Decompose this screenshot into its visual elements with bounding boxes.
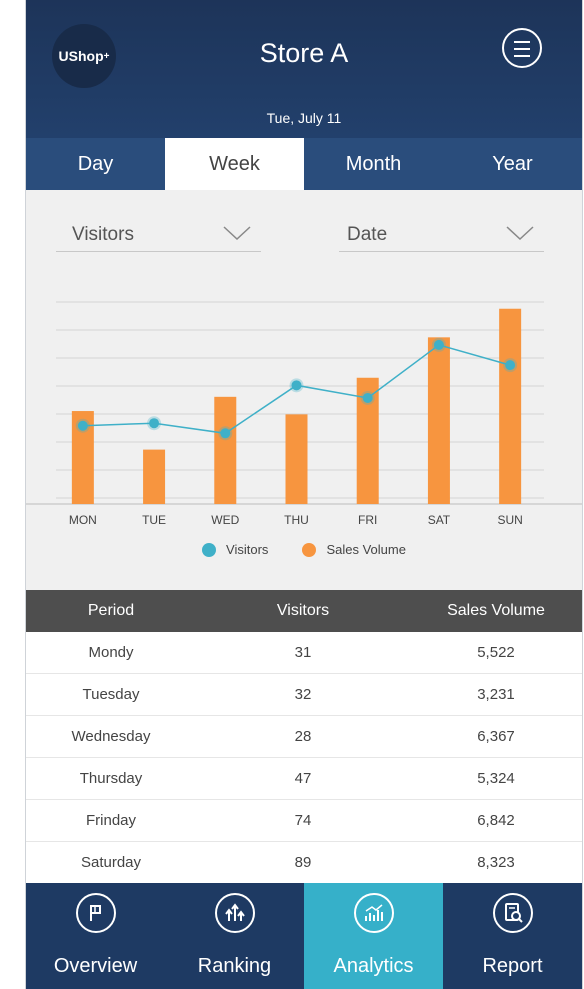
tab-week[interactable]: Week [165, 138, 304, 190]
tab-year[interactable]: Year [443, 138, 582, 190]
menu-icon-line [514, 48, 530, 50]
visitors-point-fri [362, 392, 373, 403]
tab-month[interactable]: Month [304, 138, 443, 190]
header-sales-volume: Sales Volume [447, 602, 545, 619]
table-row[interactable]: Saturday 89 8,323 [26, 842, 582, 884]
legend-visitors-label: Visitors [226, 542, 269, 557]
cell-visitors: 47 [294, 770, 312, 787]
ranking-arrows-icon [214, 893, 255, 933]
flag-icon [75, 893, 116, 933]
nav-report[interactable]: Report [443, 883, 582, 989]
visitors-point-sat [433, 339, 444, 350]
table-row[interactable]: Tuesday 32 3,231 [26, 674, 582, 716]
table-body: Mondy 31 5,522 Tuesday 32 3,231 Wednesda… [26, 632, 582, 884]
legend-sales-dot [302, 542, 317, 557]
metric-dropdown[interactable]: Visitors [56, 220, 261, 252]
cell-visitors: 74 [294, 812, 312, 829]
header-visitors: Visitors [276, 602, 330, 619]
cell-period: Tuesday [82, 686, 140, 703]
visitors-point-thu [291, 380, 302, 391]
chevron-down-icon [506, 226, 534, 240]
x-tick-label: SUN [497, 513, 522, 527]
x-tick-label: MON [69, 513, 97, 527]
menu-icon [514, 41, 530, 43]
nav-overview[interactable]: Overview [26, 883, 165, 989]
cell-sales: 5,522 [477, 644, 515, 661]
x-tick-label: FRI [358, 513, 377, 527]
metric-dropdown-label: Visitors [72, 224, 134, 245]
table-row[interactable]: Mondy 31 5,522 [26, 632, 582, 674]
nav-analytics-label: Analytics [333, 955, 414, 977]
cell-period: Saturday [80, 854, 142, 871]
legend-visitors: Visitors [202, 542, 268, 557]
date-dropdown[interactable]: Date [339, 220, 544, 252]
menu-button[interactable] [502, 28, 542, 68]
weekly-chart: MON TUE WED THU FRI SAT SUN [26, 301, 582, 527]
visitors-point-sun [505, 360, 516, 371]
legend-sales-label: Sales Volume [326, 542, 406, 557]
bottom-nav: Overview Ranking Analytics Report [26, 883, 582, 989]
nav-report-label: Report [482, 955, 543, 977]
legend-sales: Sales Volume [302, 542, 406, 557]
analytics-chart-icon [353, 893, 394, 933]
x-tick-label: THU [284, 513, 309, 527]
cell-sales: 8,323 [477, 854, 515, 871]
table-header: Period Visitors Sales Volume [26, 590, 582, 632]
cell-sales: 3,231 [477, 686, 515, 703]
table-row[interactable]: Wednesday 28 6,367 [26, 716, 582, 758]
cell-visitors: 28 [294, 728, 312, 745]
bar-sat [427, 337, 450, 504]
cell-period: Mondy [88, 644, 134, 661]
cell-sales: 6,842 [477, 812, 515, 829]
visitors-point-wed [220, 428, 231, 439]
cell-visitors: 89 [294, 854, 312, 871]
chart-panel: Visitors Date MON TUE WED THU FRI SAT SUN Visi… [26, 190, 582, 590]
cell-sales: 5,324 [477, 770, 515, 787]
menu-icon-line [514, 55, 530, 57]
table-row[interactable]: Thursday 47 5,324 [26, 758, 582, 800]
header-period: Period [87, 602, 135, 619]
bar-sun [499, 308, 522, 504]
cell-period: Thursday [79, 770, 143, 787]
table-row[interactable]: Frinday 74 6,842 [26, 800, 582, 842]
bar-thu [285, 414, 308, 504]
report-search-icon [492, 893, 533, 933]
x-tick-label: SAT [428, 513, 451, 527]
date-dropdown-label: Date [347, 224, 388, 245]
app-header: UShop + Store A Tue, July 11 [26, 0, 582, 138]
x-tick-label: WED [211, 513, 239, 527]
cell-visitors: 32 [294, 686, 312, 703]
chart-legend: Visitors Sales Volume [26, 542, 582, 557]
bar-wed [214, 396, 237, 504]
cell-sales: 6,367 [477, 728, 515, 745]
current-date: Tue, July 11 [266, 110, 342, 126]
nav-ranking-label: Ranking [197, 955, 272, 977]
cell-visitors: 31 [294, 644, 312, 661]
period-tabs: Day Week Month Year [26, 138, 582, 190]
legend-visitors-dot [202, 542, 217, 557]
chevron-down-icon [223, 226, 251, 240]
nav-analytics[interactable]: Analytics [304, 883, 443, 989]
bar-tue [143, 449, 166, 504]
store-title: Store A [259, 38, 349, 68]
x-tick-label: TUE [142, 513, 166, 527]
tab-day[interactable]: Day [26, 138, 165, 190]
cell-period: Frinday [85, 812, 137, 829]
nav-ranking[interactable]: Ranking [165, 883, 304, 989]
nav-overview-label: Overview [53, 955, 138, 977]
visitors-point-mon [77, 420, 88, 431]
app-screen: UShop + Store A Tue, July 11 Day Week Mon… [25, 0, 583, 989]
visitors-point-tue [149, 418, 160, 429]
cell-period: Wednesday [71, 728, 151, 745]
